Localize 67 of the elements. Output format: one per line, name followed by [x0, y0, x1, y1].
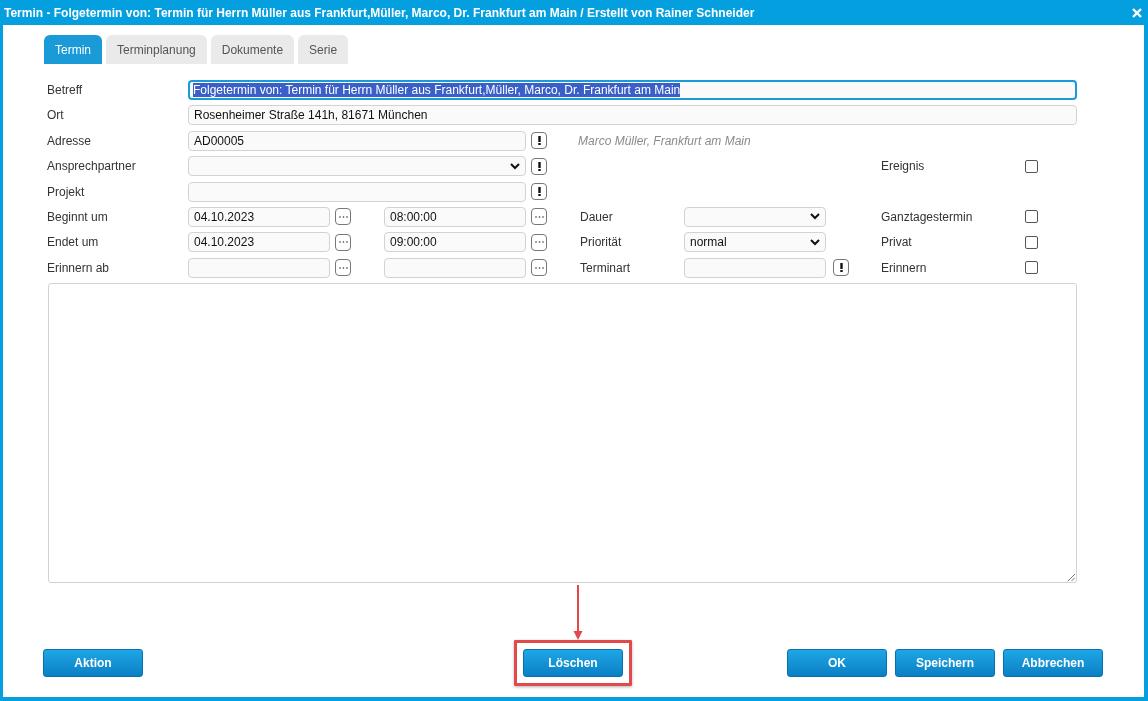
ellipsis-icon	[534, 215, 544, 218]
checkbox[interactable]	[1025, 159, 1038, 173]
lookup-button[interactable]	[531, 157, 547, 175]
window-title: Termin - Folgetermin von: Termin für Herrn Müller aus Frankfurt,Müller, Marco, Dr. Frankfurt am Main / Erstellt von Rainer Schneider	[4, 5, 755, 20]
time-field[interactable]: 08:00:00	[384, 206, 526, 227]
date-field[interactable]: 04.10.2023	[188, 206, 330, 227]
action-button[interactable]: Speichern	[895, 648, 995, 677]
picker-button[interactable]	[531, 233, 547, 251]
option-label: Ganztagestermin	[881, 209, 974, 224]
ellipsis-icon	[338, 215, 348, 218]
chevron-icon	[810, 238, 820, 246]
date-field[interactable]	[188, 257, 330, 278]
chevron-icon	[810, 213, 820, 221]
field-label: Endet um	[47, 235, 100, 250]
field-label: Dauer	[580, 209, 614, 224]
field-label: Adresse	[47, 133, 93, 148]
picker-button[interactable]	[335, 233, 351, 251]
project-field[interactable]	[188, 181, 526, 202]
tab[interactable]: Serie	[298, 35, 349, 64]
lookup-button[interactable]	[531, 132, 547, 150]
field-label: Betreff	[47, 83, 84, 97]
picker-button[interactable]	[335, 208, 351, 226]
time-field[interactable]	[384, 257, 526, 278]
ellipsis-icon	[534, 266, 544, 269]
location-field[interactable]: Rosenheimer Straße 141h, 81671 München	[188, 105, 1077, 126]
type-field[interactable]	[684, 257, 826, 278]
field-label: Ansprechpartner	[47, 159, 137, 174]
checkbox[interactable]	[1025, 261, 1038, 275]
date-field[interactable]: 04.10.2023	[188, 232, 330, 253]
lookup-button[interactable]	[833, 259, 849, 277]
exclamation-icon	[537, 161, 541, 171]
action-button[interactable]: Abbrechen	[1003, 648, 1103, 677]
option-label: Privat	[881, 235, 913, 250]
field-label: Ort	[47, 108, 65, 123]
action-button[interactable]: Löschen	[523, 648, 623, 677]
tab[interactable]: Terminplanung	[106, 35, 207, 64]
close-icon	[1132, 7, 1142, 18]
ellipsis-icon	[338, 241, 348, 244]
chevron-icon	[510, 162, 520, 170]
exclamation-icon	[839, 263, 843, 273]
exclamation-icon	[537, 136, 541, 146]
checkbox[interactable]	[1025, 210, 1038, 224]
ellipsis-icon	[338, 266, 348, 269]
field-label: Projekt	[47, 184, 86, 199]
priority-select[interactable]: normal	[684, 232, 826, 253]
action-button[interactable]: Aktion	[43, 648, 143, 677]
field-label: Beginnt um	[47, 209, 109, 224]
ellipsis-icon	[534, 241, 544, 244]
action-button[interactable]: OK	[787, 648, 887, 677]
address-hint: Marco Müller, Frankfurt am Main	[578, 133, 752, 148]
checkbox[interactable]	[1025, 235, 1038, 249]
lookup-button[interactable]	[531, 183, 547, 201]
picker-button[interactable]	[531, 259, 547, 277]
subject-field[interactable]: Folgetermin von: Termin für Herrn Müller aus Frankfurt,Müller, Marco, Dr. Frankfurt am Main	[188, 80, 1077, 100]
field-label: Priorität	[580, 235, 623, 250]
option-label: Ereignis	[881, 159, 926, 174]
field-label: Erinnern ab	[47, 260, 111, 275]
picker-button[interactable]	[531, 208, 547, 226]
picker-button[interactable]	[335, 259, 351, 277]
time-field[interactable]: 09:00:00	[384, 232, 526, 253]
field-label: Terminart	[580, 260, 631, 275]
close-button[interactable]	[1132, 7, 1142, 18]
address-field[interactable]: AD00005	[188, 130, 526, 151]
resize-grip-icon	[1068, 573, 1075, 581]
option-label: Erinnern	[881, 260, 928, 275]
tab[interactable]: Dokumente	[210, 35, 295, 64]
exclamation-icon	[537, 187, 541, 197]
